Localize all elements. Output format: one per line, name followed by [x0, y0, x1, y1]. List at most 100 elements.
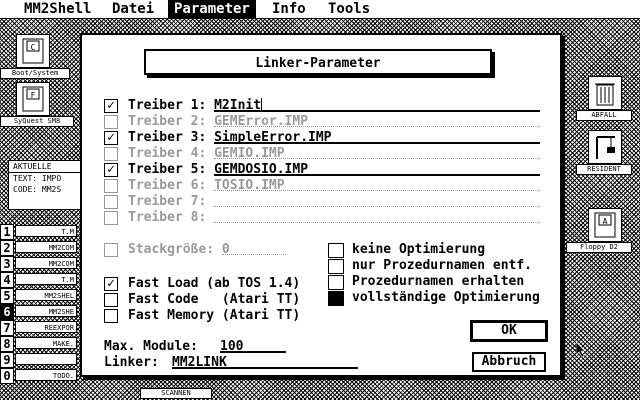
optimization-radio[interactable] [328, 291, 344, 306]
slot-item[interactable]: 9 [0, 352, 78, 368]
slot-name [15, 353, 77, 365]
disk-icon: C [22, 38, 44, 64]
driver-label: Treiber 7: [128, 194, 207, 209]
slot-number: 4 [0, 272, 14, 288]
resident-label: RESIDENT [576, 164, 632, 175]
driver-input[interactable]: TOSIO.IMP [214, 178, 284, 194]
ok-button[interactable]: OK [470, 320, 548, 342]
floppy-label: Floppy D2 [566, 242, 632, 253]
slot-number: 9 [0, 352, 14, 368]
fast-code-checkbox[interactable] [104, 293, 118, 307]
trash-label: ABFALL [576, 110, 632, 121]
max-modules-label: Max. Module: [104, 339, 198, 354]
slot-number: 3 [0, 256, 14, 272]
crane-icon [596, 136, 615, 159]
driver-checkbox[interactable]: ✓ [104, 163, 118, 177]
driver-checkbox[interactable] [104, 147, 118, 161]
status-row: CODE: MM2S [13, 185, 62, 194]
driver-input[interactable]: GEMDOSIO.IMP [214, 162, 308, 178]
slot-number: 7 [0, 320, 14, 336]
syquest-disk-icon[interactable]: F [16, 82, 50, 116]
slot-item[interactable]: 1 T.M [0, 224, 78, 240]
fast-load-checkbox[interactable]: ✓ [104, 277, 118, 291]
menu-info[interactable]: Info [266, 0, 312, 18]
slot-item[interactable]: 8 MAKE. [0, 336, 78, 352]
slot-number: 6 [0, 304, 14, 320]
menu-mm2shell[interactable]: MM2Shell [18, 0, 97, 18]
text-cursor [261, 98, 263, 112]
slot-name: MM2COM [15, 257, 77, 269]
driver-label: Treiber 2: [128, 114, 207, 129]
menu-bar: MM2Shell Datei Parameter Info Tools [0, 0, 640, 19]
driver-checkbox[interactable] [104, 195, 118, 209]
slot-item[interactable]: 2 MM2COM [0, 240, 78, 256]
driver-input[interactable]: M2Init [214, 98, 261, 114]
slot-item[interactable]: 3 MM2COM [0, 256, 78, 272]
driver-input[interactable]: GEMIO.IMP [214, 146, 284, 162]
driver-input[interactable]: GEMError.IMP [214, 114, 308, 130]
optimization-label: keine Optimierung [352, 242, 486, 257]
optimization-label: Prozedurnamen erhalten [352, 274, 525, 289]
scan-label[interactable]: SCANNEN [140, 388, 212, 399]
linker-input[interactable]: MM2LINK [172, 355, 227, 371]
disk-icon: A [594, 212, 616, 238]
svg-text:C: C [31, 43, 36, 52]
cancel-button[interactable]: Abbruch [472, 352, 546, 372]
stack-size-label: Stackgröße: [128, 242, 215, 257]
optimization-label: vollständige Optimierung [352, 290, 540, 305]
slot-item[interactable]: 5 MM2SHEL [0, 288, 78, 304]
fast-code-label: Fast Code (Atari TT) [128, 292, 301, 307]
boot-system-label: Boot/System [0, 68, 70, 79]
slot-name: MAKE. [15, 337, 77, 349]
svg-text:A: A [603, 217, 608, 226]
driver-checkbox[interactable] [104, 179, 118, 193]
slot-name: MM2COM [15, 241, 77, 253]
slot-number: 8 [0, 336, 14, 352]
fast-memory-checkbox[interactable] [104, 309, 118, 323]
menu-parameter[interactable]: Parameter [168, 0, 256, 18]
slot-number: 5 [0, 288, 14, 304]
slot-number: 2 [0, 240, 14, 256]
driver-checkbox[interactable]: ✓ [104, 99, 118, 113]
driver-label: Treiber 1: [128, 98, 207, 113]
menu-datei[interactable]: Datei [106, 0, 160, 18]
fast-memory-label: Fast Memory (Atari TT) [128, 308, 301, 323]
driver-label: Treiber 6: [128, 178, 207, 193]
slot-item[interactable]: 6 MM2SHE [0, 304, 78, 320]
driver-label: Treiber 3: [128, 130, 207, 145]
fast-load-label: Fast Load (ab TOS 1.4) [128, 276, 301, 291]
optimization-radio[interactable] [328, 259, 344, 274]
slot-item[interactable]: 7 REEXPOR [0, 320, 78, 336]
stack-size-input[interactable]: 0 [222, 242, 230, 258]
max-modules-input[interactable]: 100 [220, 339, 243, 355]
menu-tools[interactable]: Tools [322, 0, 376, 18]
boot-disk-icon[interactable]: C [16, 34, 50, 68]
optimization-radio[interactable] [328, 275, 344, 290]
optimization-radio[interactable] [328, 243, 344, 258]
slot-number: 1 [0, 224, 14, 240]
driver-checkbox[interactable] [104, 115, 118, 129]
driver-input[interactable]: SimpleError.IMP [214, 130, 331, 146]
driver-label: Treiber 8: [128, 210, 207, 225]
driver-checkbox[interactable] [104, 211, 118, 225]
floppy-disk-icon[interactable]: A [588, 208, 622, 242]
slot-item[interactable]: 4 T.M [0, 272, 78, 288]
slot-item[interactable]: 0 TODO. [0, 368, 78, 384]
slot-name: T.M [15, 225, 77, 237]
resident-icon[interactable] [588, 130, 622, 164]
trash-icon [595, 83, 615, 106]
status-row: TEXT: IMPO [13, 174, 62, 183]
stack-size-checkbox[interactable] [104, 243, 118, 257]
driver-label: Treiber 5: [128, 162, 207, 177]
arrow-cursor-icon [576, 342, 586, 358]
driver-label: Treiber 4: [128, 146, 207, 161]
optimization-label: nur Prozedurnamen entf. [352, 258, 533, 273]
dialog-title: Linker-Parameter [144, 49, 492, 75]
slot-name: MM2SHEL [15, 289, 77, 301]
slot-number: 0 [0, 368, 14, 384]
trash-icon[interactable] [588, 76, 622, 110]
slot-name: REEXPOR [15, 321, 77, 333]
driver-checkbox[interactable]: ✓ [104, 131, 118, 145]
linker-label: Linker: [104, 355, 159, 370]
slot-name: T.M [15, 273, 77, 285]
